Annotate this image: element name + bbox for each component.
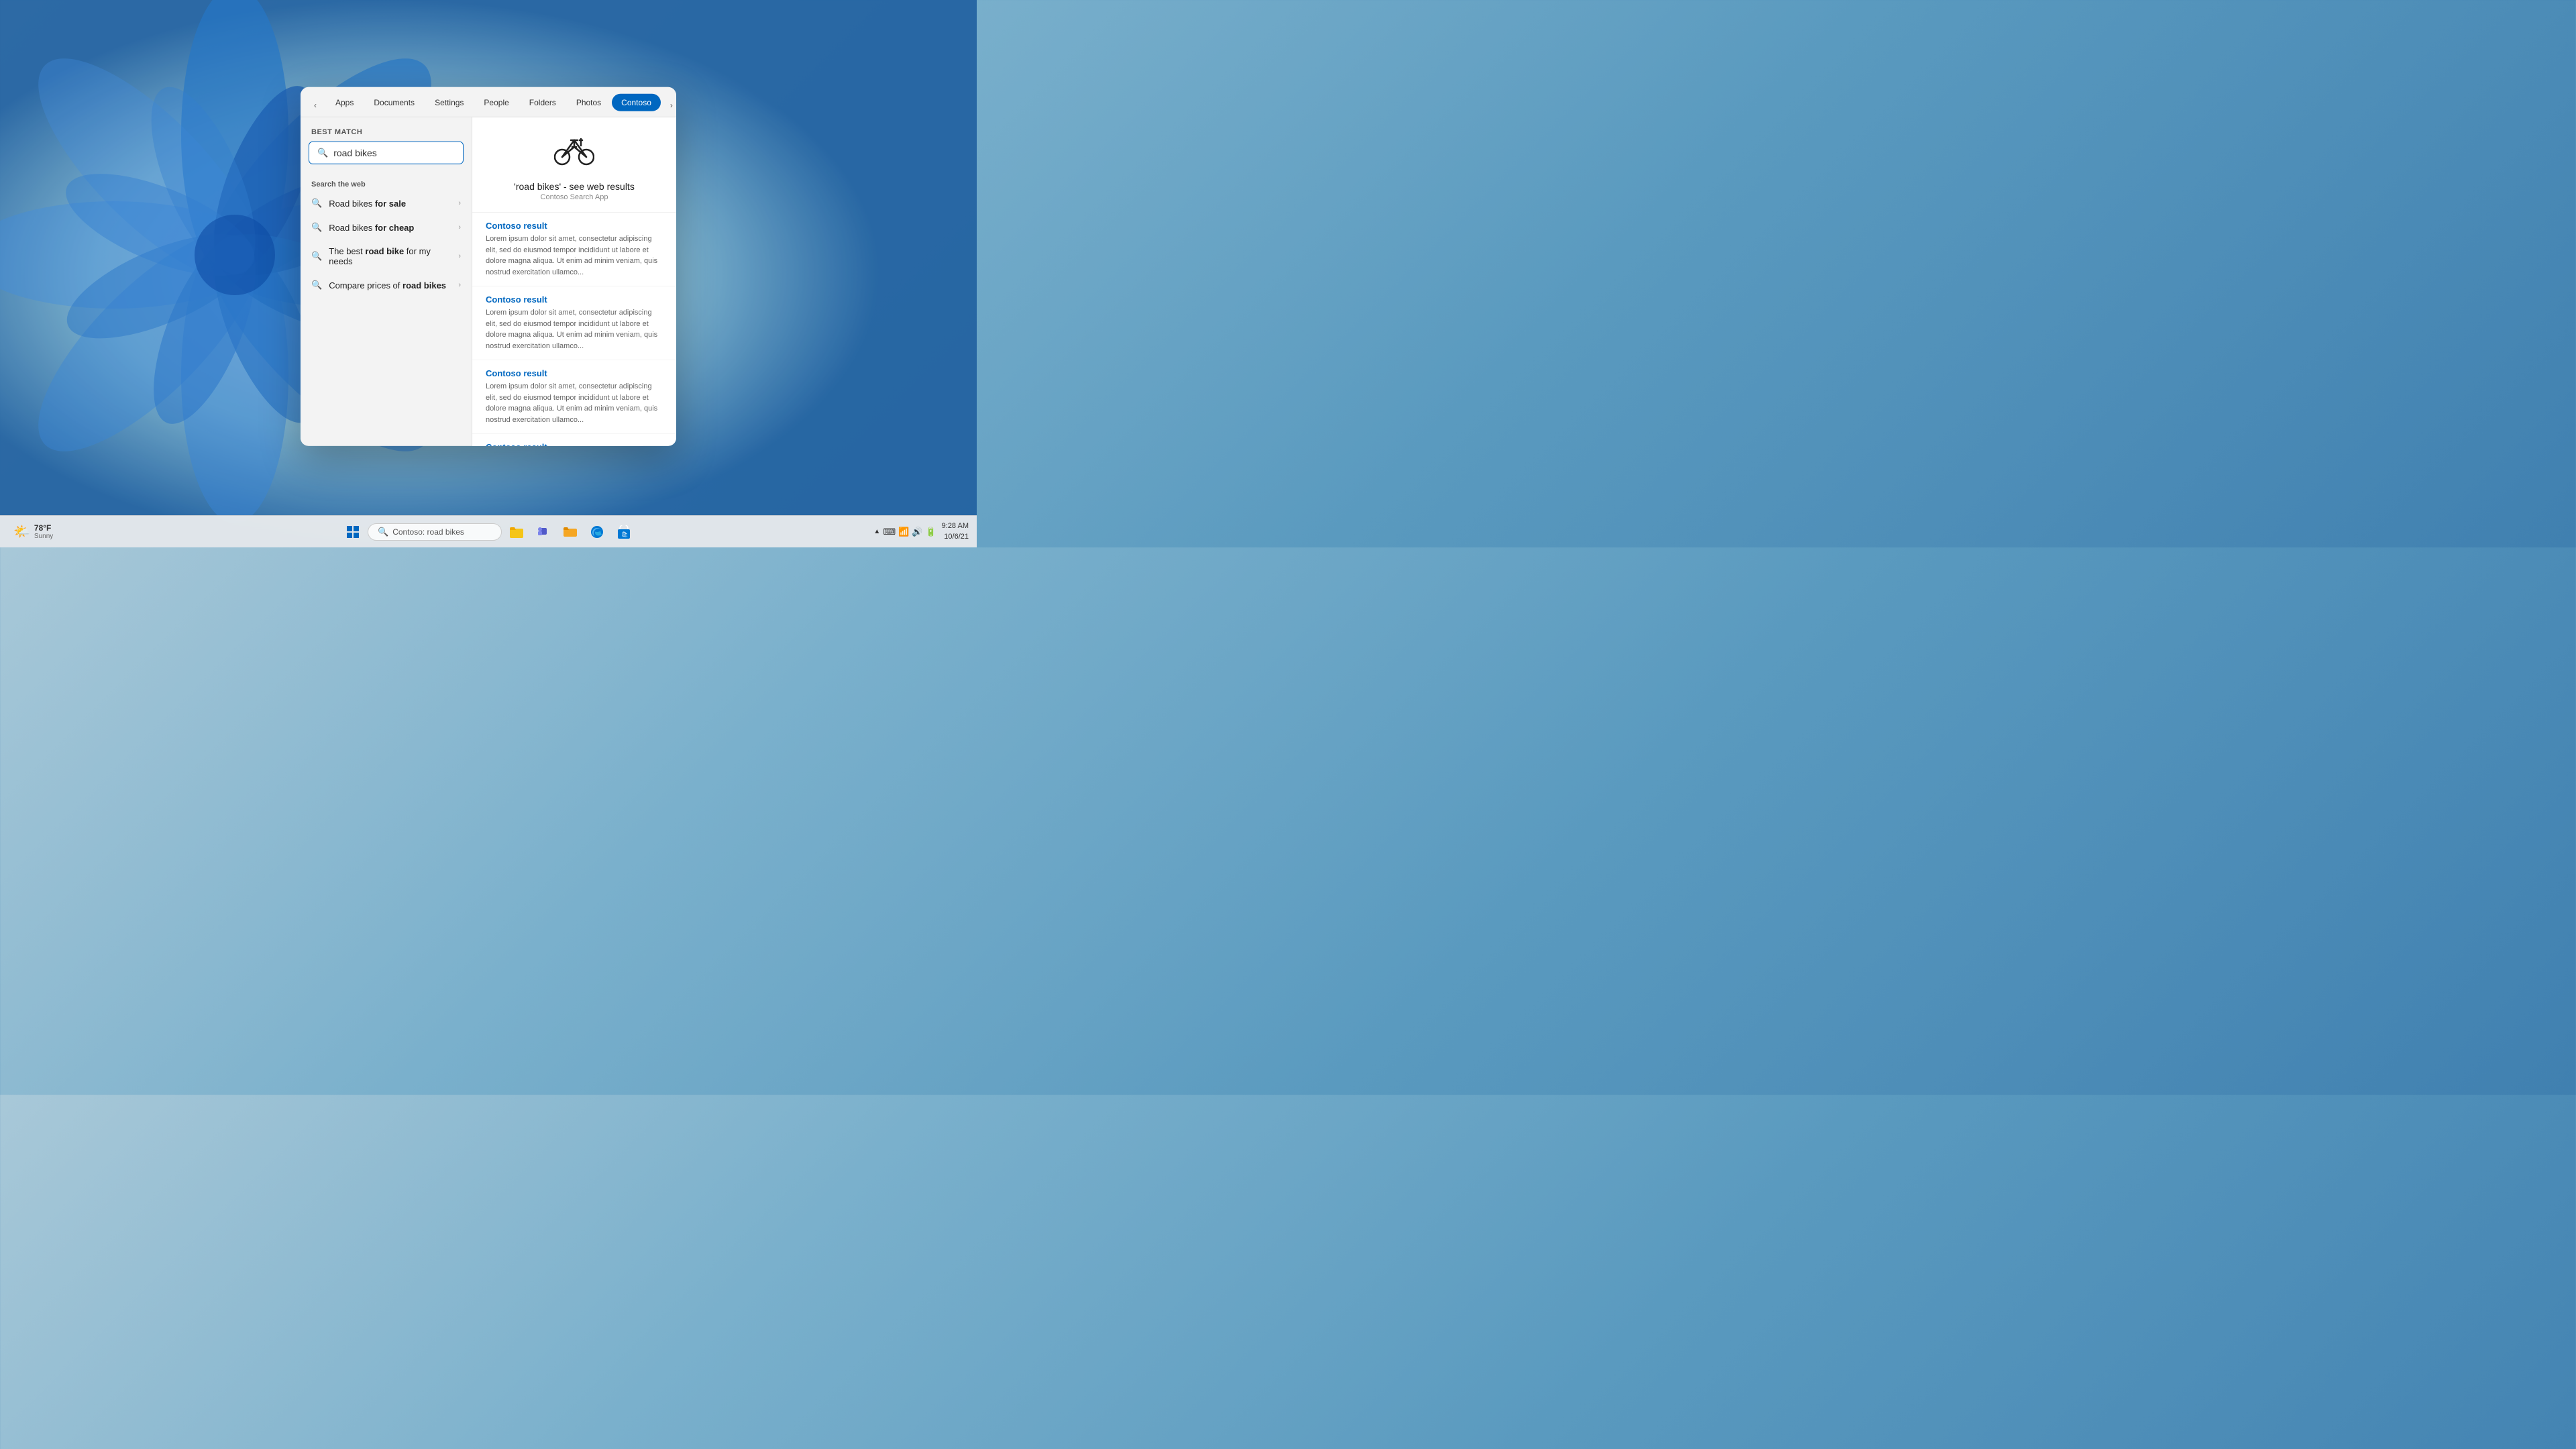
search-body: Best match 🔍 Search the web 🔍 Road bikes… [301, 117, 676, 446]
weather-info: 78°F Sunny [34, 523, 53, 540]
taskbar-teams[interactable] [531, 520, 555, 544]
svg-text:🛍: 🛍 [621, 531, 628, 537]
suggestion-text-1: Road bikes for sale [329, 198, 451, 208]
weather-widget[interactable]: 🌤️ 78°F Sunny [8, 521, 58, 543]
suggestion-search-icon-3: 🔍 [311, 251, 322, 262]
taskbar-store[interactable]: 🛍 [612, 520, 636, 544]
search-panel: ‹ Apps Documents Settings People Folders… [301, 87, 676, 446]
result-body-2: Lorem ipsum dolor sit amet, consectetur … [486, 307, 663, 352]
weather-icon: 🌤️ [13, 523, 30, 540]
result-title-1: Contoso result [486, 221, 663, 231]
suggestion-arrow-1: › [458, 199, 461, 207]
result-body-3: Lorem ipsum dolor sit amet, consectetur … [486, 381, 663, 425]
tab-people[interactable]: People [474, 94, 518, 111]
search-left-panel: Best match 🔍 Search the web 🔍 Road bikes… [301, 117, 472, 446]
show-hidden-icon[interactable]: ▲ [873, 528, 880, 535]
suggestion-best-road-bike[interactable]: 🔍 The best road bike for my needs › [301, 239, 472, 273]
clock[interactable]: 9:28 AM 10/6/21 [942, 521, 969, 542]
weather-condition: Sunny [34, 533, 53, 540]
tab-folders[interactable]: Folders [520, 94, 566, 111]
filter-tabs-row: ‹ Apps Documents Settings People Folders… [301, 87, 676, 117]
suggestion-text-4: Compare prices of road bikes [329, 280, 451, 290]
suggestion-compare-road-bikes[interactable]: 🔍 Compare prices of road bikes › [301, 273, 472, 297]
start-button[interactable] [341, 520, 365, 544]
app-preview[interactable]: 'road bikes' - see web results Contoso S… [472, 117, 676, 213]
search-input-icon: 🔍 [317, 148, 328, 158]
suggestion-arrow-4: › [458, 281, 461, 289]
result-item-3[interactable]: Contoso result Lorem ipsum dolor sit ame… [472, 360, 676, 434]
suggestion-road-bikes-cheap[interactable]: 🔍 Road bikes for cheap › [301, 215, 472, 239]
search-input[interactable] [333, 148, 455, 158]
search-right-panel: 'road bikes' - see web results Contoso S… [472, 117, 676, 446]
taskbar-search[interactable]: 🔍 Contoso: road bikes [368, 523, 502, 541]
taskbar-search-icon: 🔍 [378, 527, 388, 537]
search-web-header: Search the web [301, 175, 472, 191]
tab-back-arrow[interactable]: ‹ [306, 96, 325, 115]
app-title: 'road bikes' - see web results [514, 181, 635, 192]
taskbar-edge[interactable] [585, 520, 609, 544]
battery-icon[interactable]: 🔋 [925, 527, 936, 537]
suggestion-text-3: The best road bike for my needs [329, 246, 451, 266]
weather-temp: 78°F [34, 523, 53, 533]
result-title-4: Contoso result [486, 442, 663, 446]
tab-settings[interactable]: Settings [425, 94, 473, 111]
search-input-row[interactable]: 🔍 [309, 142, 464, 164]
suggestion-arrow-3: › [458, 252, 461, 260]
suggestion-text-2: Road bikes for cheap [329, 222, 451, 232]
suggestion-search-icon-2: 🔍 [311, 222, 322, 233]
result-title-3: Contoso result [486, 368, 663, 378]
suggestion-search-icon-1: 🔍 [311, 198, 322, 209]
tab-contoso[interactable]: Contoso [612, 94, 661, 111]
taskbar-file-explorer[interactable] [504, 520, 529, 544]
tab-photos[interactable]: Photos [567, 94, 610, 111]
tab-forward-arrow[interactable]: › [662, 96, 676, 115]
taskbar-search-text: Contoso: road bikes [392, 527, 464, 537]
suggestion-search-icon-4: 🔍 [311, 280, 322, 290]
result-item-1[interactable]: Contoso result Lorem ipsum dolor sit ame… [472, 213, 676, 286]
tab-apps[interactable]: Apps [326, 94, 363, 111]
clock-date: 10/6/21 [942, 532, 969, 542]
result-item-4[interactable]: Contoso result Lorem ipsum dolor sit ame… [472, 434, 676, 446]
suggestion-road-bikes-sale[interactable]: 🔍 Road bikes for sale › [301, 191, 472, 215]
taskbar-folders[interactable] [558, 520, 582, 544]
suggestion-arrow-2: › [458, 223, 461, 231]
system-tray: ▲ ⌨ 📶 🔊 🔋 [873, 527, 936, 537]
result-body-1: Lorem ipsum dolor sit amet, consectetur … [486, 233, 663, 278]
app-icon-large [554, 133, 594, 174]
clock-time: 9:28 AM [942, 521, 969, 531]
taskbar-center: 🔍 Contoso: road bikes [341, 520, 636, 544]
taskbar-left: 🌤️ 78°F Sunny [8, 521, 58, 543]
result-title-2: Contoso result [486, 294, 663, 305]
volume-icon[interactable]: 🔊 [912, 527, 922, 537]
wifi-icon[interactable]: 📶 [898, 527, 909, 537]
app-subtitle: Contoso Search App [541, 193, 608, 201]
taskbar: 🌤️ 78°F Sunny 🔍 Contoso: road bikes [0, 515, 977, 547]
taskbar-right: ▲ ⌨ 📶 🔊 🔋 9:28 AM 10/6/21 [873, 521, 969, 542]
result-item-2[interactable]: Contoso result Lorem ipsum dolor sit ame… [472, 286, 676, 360]
tab-documents[interactable]: Documents [364, 94, 424, 111]
best-match-label: Best match [301, 128, 472, 142]
keyboard-icon[interactable]: ⌨ [883, 527, 896, 537]
